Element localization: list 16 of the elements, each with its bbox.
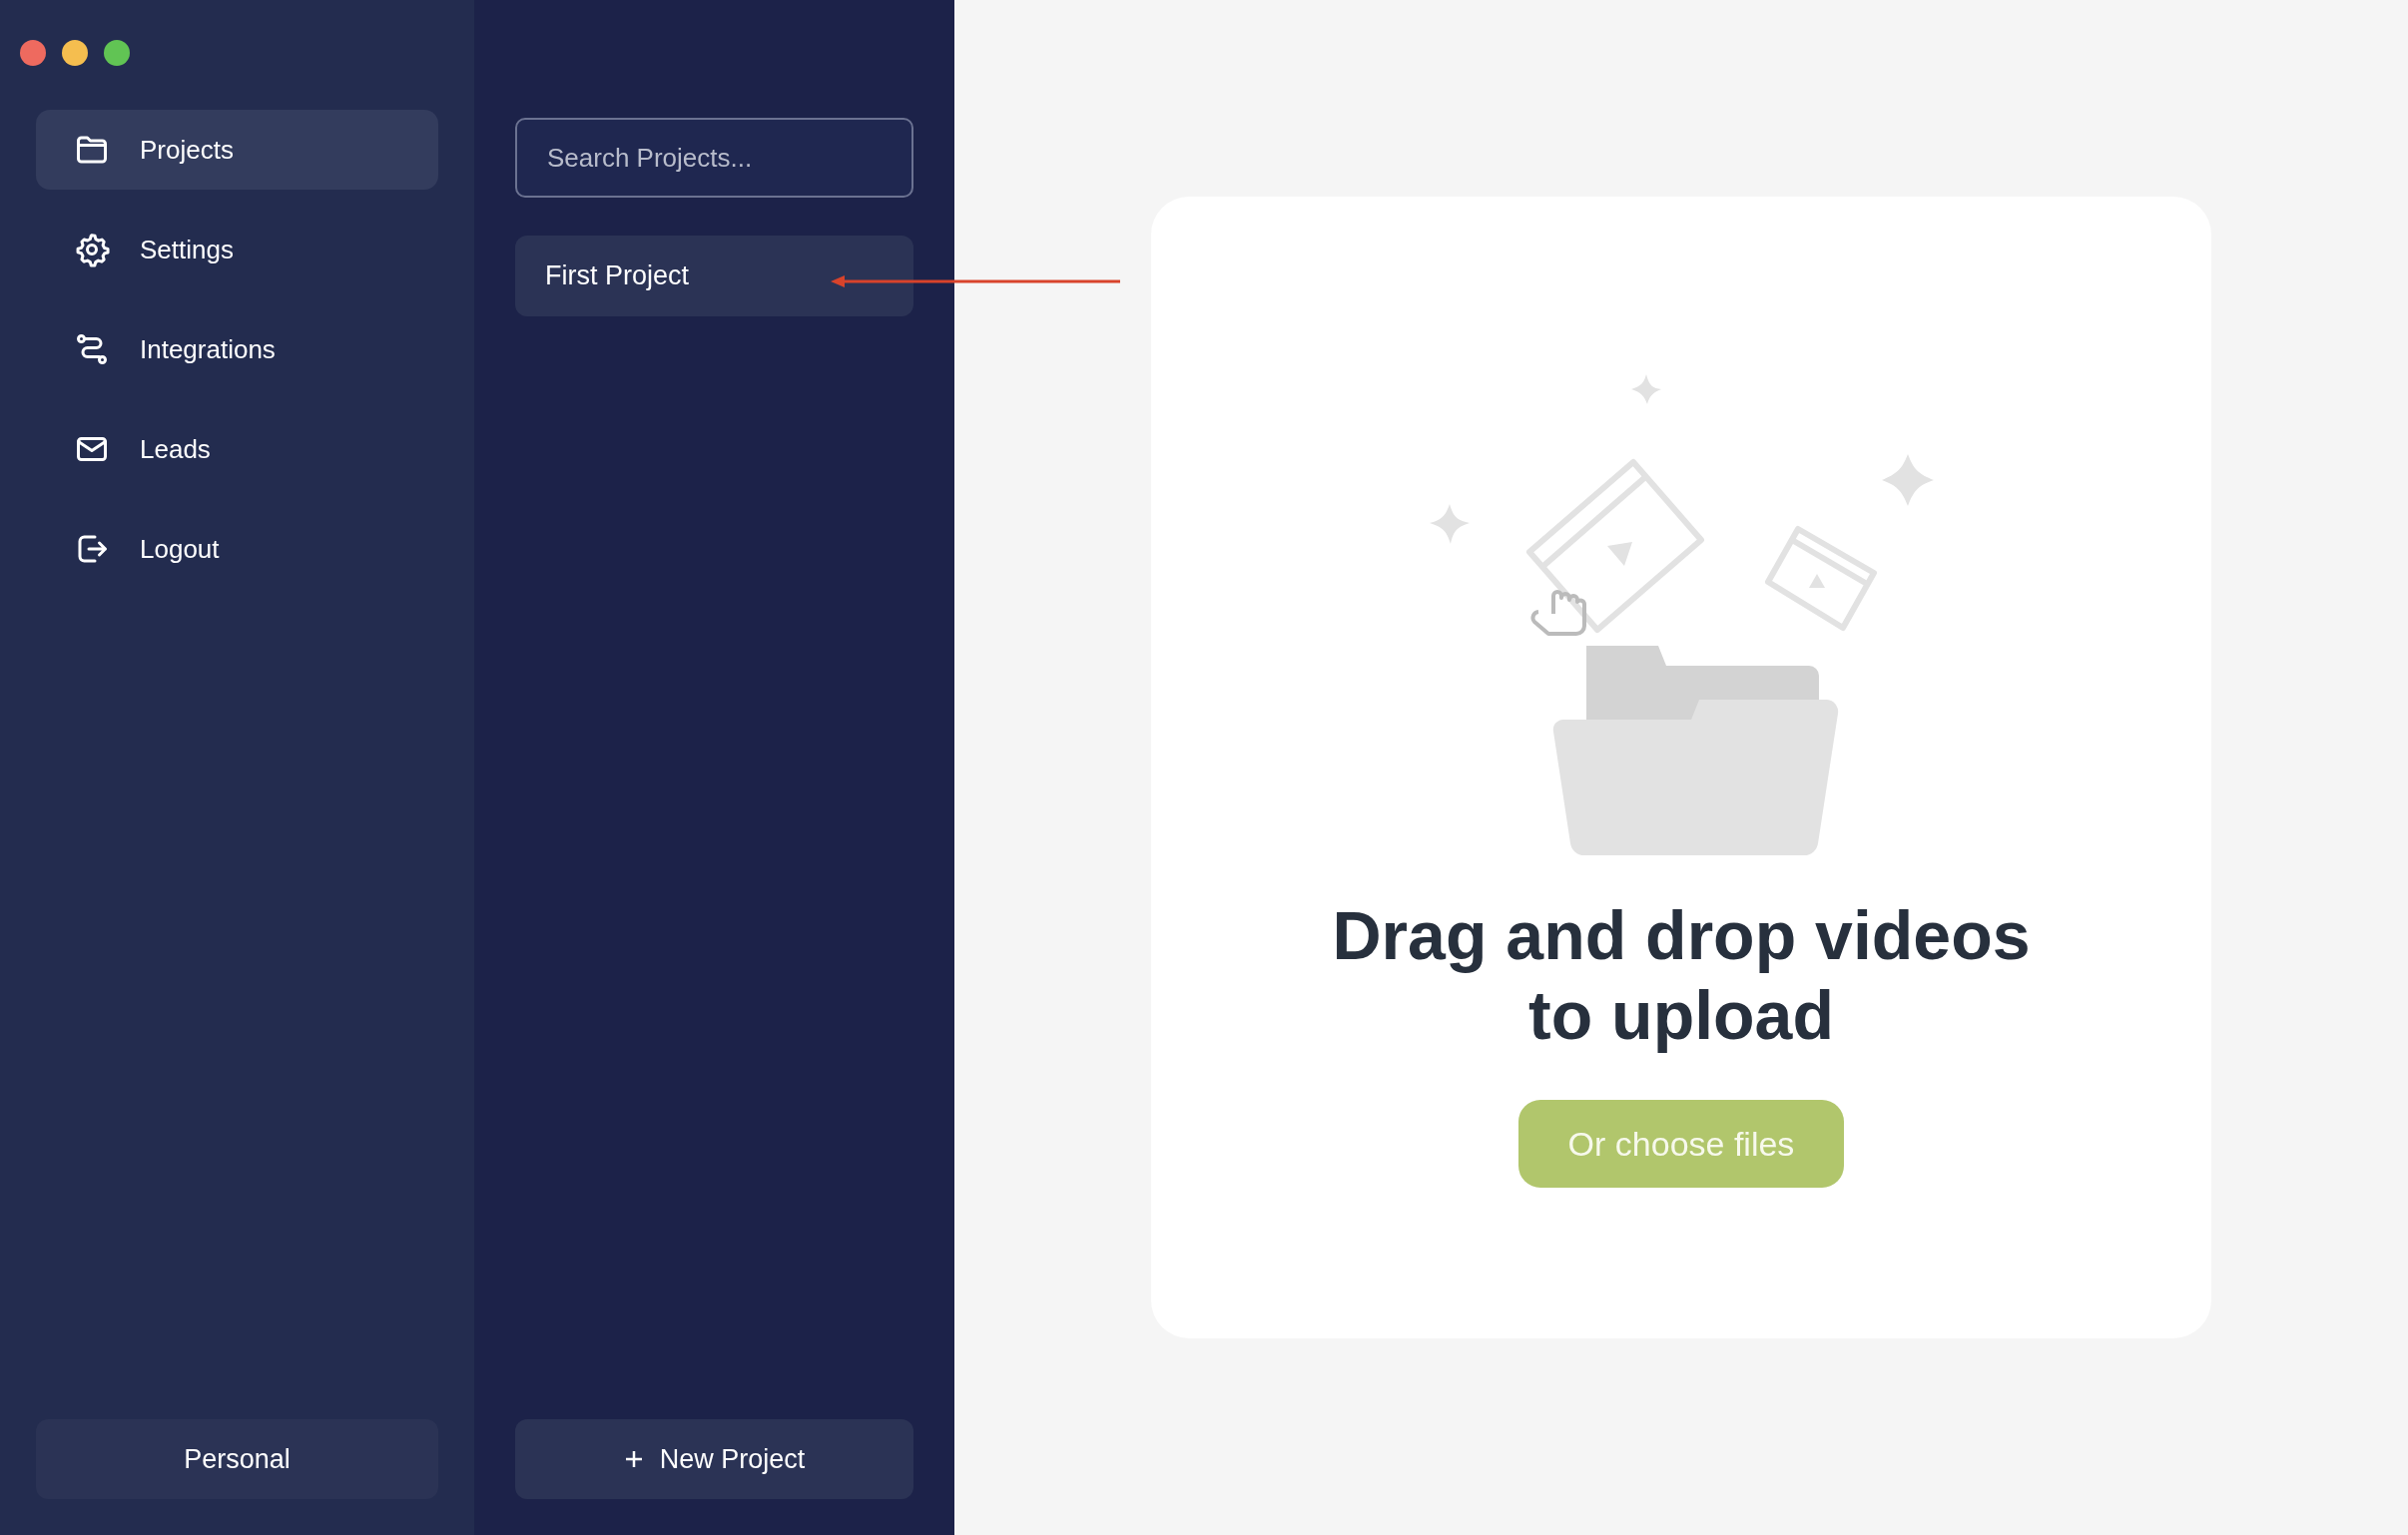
dropzone-title: Drag and drop videos to upload	[1331, 896, 2032, 1056]
search-field[interactable]: Search Projects...	[515, 118, 913, 198]
maximize-window-icon[interactable]	[104, 40, 130, 66]
nav-item[interactable]: Leads	[36, 409, 438, 489]
new-project-button[interactable]: New Project	[515, 1419, 913, 1499]
project-item[interactable]: First Project	[515, 236, 913, 316]
close-window-icon[interactable]	[20, 40, 46, 66]
nav-item[interactable]: Logout	[36, 509, 438, 589]
workspace-button[interactable]: Personal	[36, 1419, 438, 1499]
plus-icon	[623, 1449, 644, 1469]
minimize-window-icon[interactable]	[62, 40, 88, 66]
nav-item[interactable]: Settings	[36, 210, 438, 289]
nav-item[interactable]: Projects	[36, 110, 438, 190]
settings-icon	[74, 232, 110, 267]
nav-item[interactable]: Integrations	[36, 309, 438, 389]
connection-icon	[74, 331, 110, 367]
